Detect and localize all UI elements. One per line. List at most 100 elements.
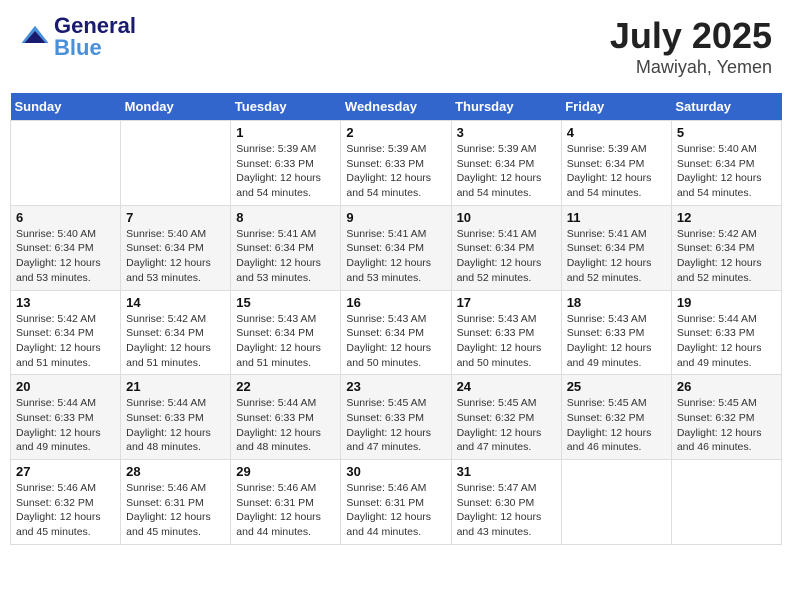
calendar-cell: 23 Sunrise: 5:45 AMSunset: 6:33 PMDayligh… <box>341 375 451 460</box>
day-info: Sunrise: 5:41 AMSunset: 6:34 PMDaylight:… <box>567 227 666 286</box>
day-number: 24 <box>457 379 556 394</box>
month-title: July 2025 <box>610 15 772 57</box>
calendar-cell: 22 Sunrise: 5:44 AMSunset: 6:33 PMDayligh… <box>231 375 341 460</box>
day-info: Sunrise: 5:44 AMSunset: 6:33 PMDaylight:… <box>16 396 115 455</box>
day-number: 28 <box>126 464 225 479</box>
day-number: 4 <box>567 125 666 140</box>
day-number: 20 <box>16 379 115 394</box>
calendar-cell: 26Sunrise: 5:45 AMSunset: 6:32 PMDayligh… <box>671 375 781 460</box>
calendar-cell: 20 Sunrise: 5:44 AMSunset: 6:33 PMDayligh… <box>11 375 121 460</box>
calendar-cell: 13 Sunrise: 5:42 AMSunset: 6:34 PMDayligh… <box>11 290 121 375</box>
day-info: Sunrise: 5:45 AMSunset: 6:32 PMDaylight:… <box>677 396 776 455</box>
calendar-cell: 16Sunrise: 5:43 AMSunset: 6:34 PMDayligh… <box>341 290 451 375</box>
logo: GeneralBlue <box>20 15 136 59</box>
calendar-cell: 6Sunrise: 5:40 AMSunset: 6:34 PMDaylight… <box>11 205 121 290</box>
day-number: 2 <box>346 125 445 140</box>
day-info: Sunrise: 5:41 AMSunset: 6:34 PMDaylight:… <box>346 227 445 286</box>
calendar-cell: 9 Sunrise: 5:41 AMSunset: 6:34 PMDaylight… <box>341 205 451 290</box>
day-info: Sunrise: 5:40 AMSunset: 6:34 PMDaylight:… <box>677 142 776 201</box>
calendar-cell: 7Sunrise: 5:40 AMSunset: 6:34 PMDaylight… <box>121 205 231 290</box>
calendar-week-row: 13 Sunrise: 5:42 AMSunset: 6:34 PMDayligh… <box>11 290 782 375</box>
day-info: Sunrise: 5:46 AMSunset: 6:32 PMDaylight:… <box>16 481 115 540</box>
calendar-cell: 3 Sunrise: 5:39 AMSunset: 6:34 PMDaylight… <box>451 121 561 206</box>
calendar-cell: 21Sunrise: 5:44 AMSunset: 6:33 PMDayligh… <box>121 375 231 460</box>
calendar-week-row: 20 Sunrise: 5:44 AMSunset: 6:33 PMDayligh… <box>11 375 782 460</box>
day-number: 15 <box>236 295 335 310</box>
calendar-cell: 27 Sunrise: 5:46 AMSunset: 6:32 PMDayligh… <box>11 460 121 545</box>
calendar-cell: 24 Sunrise: 5:45 AMSunset: 6:32 PMDayligh… <box>451 375 561 460</box>
day-number: 31 <box>457 464 556 479</box>
day-info: Sunrise: 5:44 AMSunset: 6:33 PMDaylight:… <box>677 312 776 371</box>
day-info: Sunrise: 5:43 AMSunset: 6:34 PMDaylight:… <box>346 312 445 371</box>
day-header-wednesday: Wednesday <box>341 93 451 121</box>
day-info: Sunrise: 5:43 AMSunset: 6:34 PMDaylight:… <box>236 312 335 371</box>
calendar-cell <box>561 460 671 545</box>
calendar-cell: 14Sunrise: 5:42 AMSunset: 6:34 PMDayligh… <box>121 290 231 375</box>
day-info: Sunrise: 5:40 AMSunset: 6:34 PMDaylight:… <box>126 227 225 286</box>
calendar-cell: 15 Sunrise: 5:43 AMSunset: 6:34 PMDayligh… <box>231 290 341 375</box>
calendar-cell <box>121 121 231 206</box>
day-number: 13 <box>16 295 115 310</box>
day-number: 27 <box>16 464 115 479</box>
day-info: Sunrise: 5:42 AMSunset: 6:34 PMDaylight:… <box>677 227 776 286</box>
day-info: Sunrise: 5:39 AMSunset: 6:33 PMDaylight:… <box>236 142 335 201</box>
calendar-table: SundayMondayTuesdayWednesdayThursdayFrid… <box>10 93 782 545</box>
day-number: 5 <box>677 125 776 140</box>
title-block: July 2025 Mawiyah, Yemen <box>610 15 772 78</box>
day-info: Sunrise: 5:47 AMSunset: 6:30 PMDaylight:… <box>457 481 556 540</box>
day-header-tuesday: Tuesday <box>231 93 341 121</box>
day-info: Sunrise: 5:44 AMSunset: 6:33 PMDaylight:… <box>236 396 335 455</box>
calendar-cell: 1 Sunrise: 5:39 AMSunset: 6:33 PMDaylight… <box>231 121 341 206</box>
day-info: Sunrise: 5:41 AMSunset: 6:34 PMDaylight:… <box>457 227 556 286</box>
day-info: Sunrise: 5:39 AMSunset: 6:34 PMDaylight:… <box>567 142 666 201</box>
logo-name: GeneralBlue <box>54 15 136 59</box>
day-header-monday: Monday <box>121 93 231 121</box>
day-info: Sunrise: 5:42 AMSunset: 6:34 PMDaylight:… <box>16 312 115 371</box>
calendar-cell: 29Sunrise: 5:46 AMSunset: 6:31 PMDayligh… <box>231 460 341 545</box>
day-number: 6 <box>16 210 115 225</box>
calendar-cell: 12Sunrise: 5:42 AMSunset: 6:34 PMDayligh… <box>671 205 781 290</box>
day-number: 25 <box>567 379 666 394</box>
calendar-cell: 28 Sunrise: 5:46 AMSunset: 6:31 PMDayligh… <box>121 460 231 545</box>
calendar-header-row: SundayMondayTuesdayWednesdayThursdayFrid… <box>11 93 782 121</box>
calendar-cell: 10 Sunrise: 5:41 AMSunset: 6:34 PMDayligh… <box>451 205 561 290</box>
day-number: 1 <box>236 125 335 140</box>
day-info: Sunrise: 5:45 AMSunset: 6:32 PMDaylight:… <box>567 396 666 455</box>
day-header-thursday: Thursday <box>451 93 561 121</box>
day-number: 17 <box>457 295 556 310</box>
day-number: 3 <box>457 125 556 140</box>
day-info: Sunrise: 5:46 AMSunset: 6:31 PMDaylight:… <box>126 481 225 540</box>
calendar-week-row: 27 Sunrise: 5:46 AMSunset: 6:32 PMDayligh… <box>11 460 782 545</box>
calendar-cell: 4 Sunrise: 5:39 AMSunset: 6:34 PMDaylight… <box>561 121 671 206</box>
day-info: Sunrise: 5:43 AMSunset: 6:33 PMDaylight:… <box>567 312 666 371</box>
day-info: Sunrise: 5:45 AMSunset: 6:33 PMDaylight:… <box>346 396 445 455</box>
day-number: 18 <box>567 295 666 310</box>
day-number: 10 <box>457 210 556 225</box>
day-number: 30 <box>346 464 445 479</box>
day-info: Sunrise: 5:45 AMSunset: 6:32 PMDaylight:… <box>457 396 556 455</box>
calendar-cell: 2 Sunrise: 5:39 AMSunset: 6:33 PMDaylight… <box>341 121 451 206</box>
day-number: 23 <box>346 379 445 394</box>
day-number: 8 <box>236 210 335 225</box>
day-number: 14 <box>126 295 225 310</box>
calendar-cell: 19Sunrise: 5:44 AMSunset: 6:33 PMDayligh… <box>671 290 781 375</box>
day-header-friday: Friday <box>561 93 671 121</box>
day-number: 22 <box>236 379 335 394</box>
calendar-cell: 8Sunrise: 5:41 AMSunset: 6:34 PMDaylight… <box>231 205 341 290</box>
day-number: 9 <box>346 210 445 225</box>
logo-text: GeneralBlue <box>54 15 136 59</box>
day-info: Sunrise: 5:39 AMSunset: 6:34 PMDaylight:… <box>457 142 556 201</box>
day-info: Sunrise: 5:39 AMSunset: 6:33 PMDaylight:… <box>346 142 445 201</box>
calendar-cell <box>671 460 781 545</box>
day-info: Sunrise: 5:44 AMSunset: 6:33 PMDaylight:… <box>126 396 225 455</box>
calendar-cell: 31 Sunrise: 5:47 AMSunset: 6:30 PMDayligh… <box>451 460 561 545</box>
day-info: Sunrise: 5:46 AMSunset: 6:31 PMDaylight:… <box>236 481 335 540</box>
calendar-week-row: 1 Sunrise: 5:39 AMSunset: 6:33 PMDaylight… <box>11 121 782 206</box>
calendar-cell: 17Sunrise: 5:43 AMSunset: 6:33 PMDayligh… <box>451 290 561 375</box>
calendar-cell: 25 Sunrise: 5:45 AMSunset: 6:32 PMDayligh… <box>561 375 671 460</box>
calendar-week-row: 6 Sunrise: 5:40 AMSunset: 6:34 PMDaylight… <box>11 205 782 290</box>
logo-icon <box>20 22 50 52</box>
day-header-sunday: Sunday <box>11 93 121 121</box>
calendar-cell: 5 Sunrise: 5:40 AMSunset: 6:34 PMDaylight… <box>671 121 781 206</box>
day-header-saturday: Saturday <box>671 93 781 121</box>
